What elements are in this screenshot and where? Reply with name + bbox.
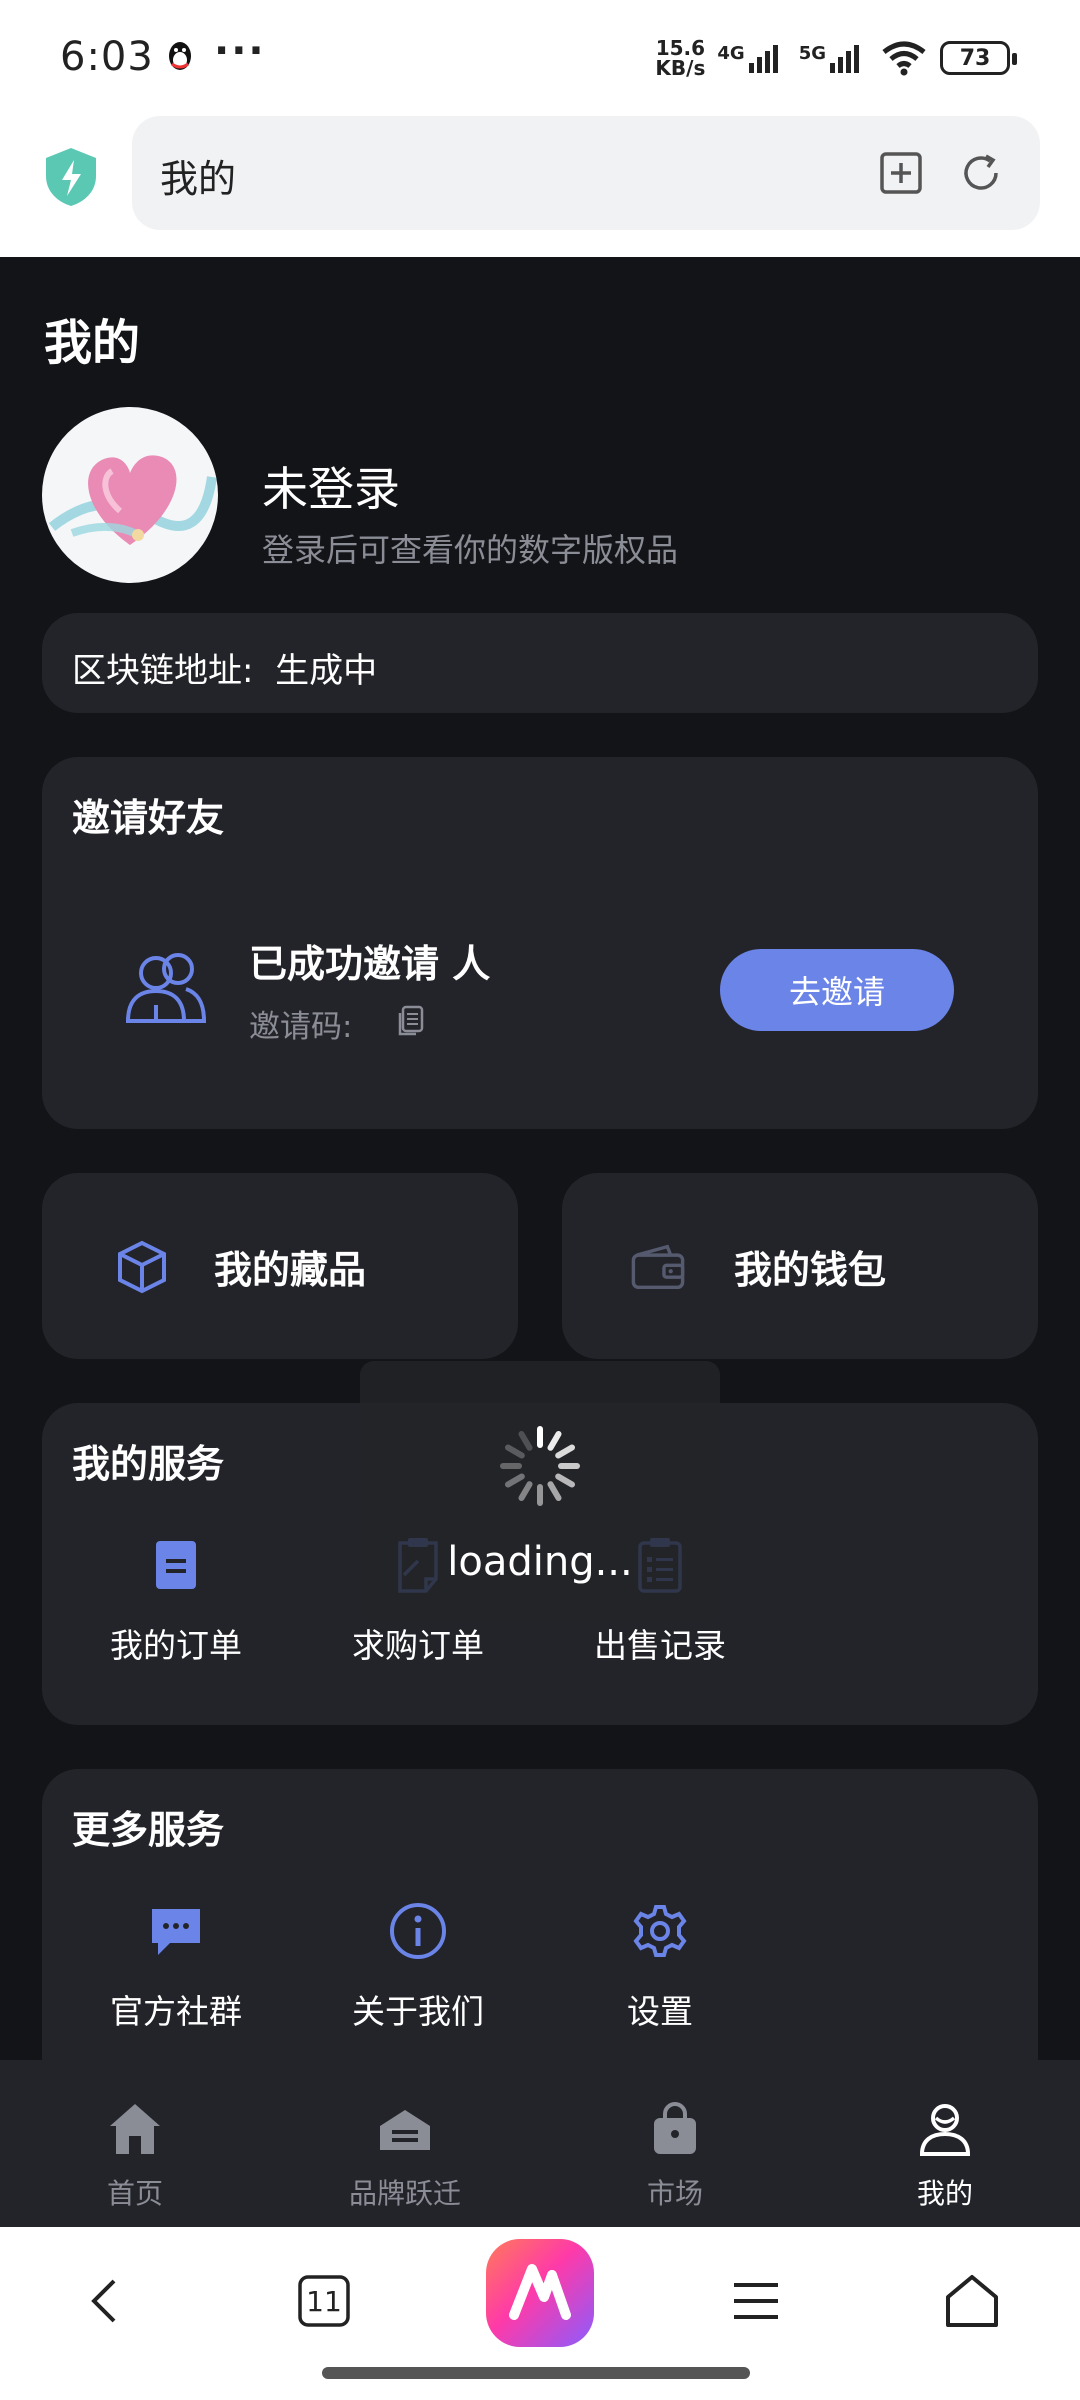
- home-icon: [110, 2104, 160, 2154]
- invite-code-label: 邀请码:: [249, 1009, 353, 1045]
- menu-icon[interactable]: [726, 2271, 786, 2331]
- ai-logo-icon: [509, 2264, 571, 2320]
- tab-market[interactable]: 市场: [540, 2060, 810, 2227]
- tab-home[interactable]: 首页: [0, 2060, 270, 2227]
- tabs-button[interactable]: 11: [294, 2271, 354, 2331]
- app-tab-bar: 首页 品牌跃迁 市场 我的: [0, 2060, 1080, 2227]
- tab-brand[interactable]: 品牌跃迁: [270, 2060, 540, 2227]
- reload-icon[interactable]: [958, 150, 1004, 196]
- add-bookmark-icon[interactable]: [878, 150, 924, 196]
- gear-icon: [633, 1905, 687, 1957]
- loading-text: loading...: [447, 1539, 633, 1585]
- status-time: 6:03: [60, 34, 154, 80]
- tab-profile[interactable]: 我的: [810, 2060, 1080, 2227]
- signal-5g-icon: 5G: [799, 43, 868, 73]
- signal-4g-icon: 4G: [717, 43, 786, 73]
- users-icon: [125, 953, 207, 1023]
- invite-button[interactable]: 去邀请: [720, 949, 954, 1031]
- my-collection-card[interactable]: 我的藏品: [42, 1173, 518, 1359]
- brand-icon: [380, 2110, 430, 2150]
- copy-icon[interactable]: [398, 1005, 424, 1037]
- battery-icon: 73: [940, 41, 1017, 75]
- chain-address-card: 区块链地址: 生成中: [42, 613, 1038, 713]
- profile-icon: [919, 2104, 971, 2156]
- url-text: 我的: [160, 157, 237, 201]
- chat-bubble-icon: [152, 1909, 200, 1955]
- back-icon[interactable]: [76, 2271, 136, 2331]
- ai-assistant-button[interactable]: [486, 2239, 594, 2347]
- chain-address: 区块链地址: 生成中: [72, 651, 378, 691]
- browser-url-bar: 我的: [0, 112, 1080, 257]
- wallet-icon: [631, 1244, 685, 1290]
- home-indicator[interactable]: [322, 2367, 750, 2379]
- my-wallet-label: 我的钱包: [734, 1248, 887, 1292]
- box-icon: [118, 1240, 166, 1294]
- official-community-item[interactable]: 官方社群: [76, 1901, 276, 2033]
- loading-overlay: loading...: [360, 1361, 720, 1621]
- user-name[interactable]: 未登录: [262, 453, 400, 519]
- my-collection-label: 我的藏品: [214, 1248, 367, 1292]
- invite-count: 已成功邀请 人: [249, 942, 491, 986]
- wifi-icon: [882, 41, 926, 76]
- user-subtitle: 登录后可查看你的数字版权品: [262, 531, 679, 569]
- shield-icon[interactable]: [44, 146, 98, 208]
- status-bar: 6:03 ··· 15.6 KB/s 4G 5G 73: [0, 0, 1080, 112]
- more-services-title: 更多服务: [72, 1808, 225, 1852]
- loading-spinner-icon: [500, 1426, 580, 1506]
- url-field[interactable]: 我的: [132, 116, 1040, 230]
- my-wallet-card[interactable]: 我的钱包: [562, 1173, 1038, 1359]
- avatar[interactable]: [42, 407, 218, 583]
- invite-title: 邀请好友: [72, 796, 225, 840]
- about-us-item[interactable]: 关于我们: [318, 1901, 518, 2033]
- settings-item[interactable]: 设置: [560, 1901, 760, 2033]
- invite-card: 邀请好友 已成功邀请 人 邀请码: 去邀请: [42, 757, 1038, 1129]
- order-doc-icon: [156, 1541, 196, 1589]
- tab-count: 11: [306, 2285, 342, 2318]
- my-orders-item[interactable]: 我的订单: [76, 1535, 276, 1667]
- qq-icon: [169, 42, 191, 70]
- info-icon: [390, 1903, 446, 1959]
- status-more-icon: ···: [214, 28, 266, 74]
- network-speed: 15.6 KB/s: [655, 36, 706, 80]
- browser-home-icon[interactable]: [942, 2271, 1002, 2331]
- app-content: 我的 未登录 登录后可查看你的数字版权品 区块链地址: 生成中 邀请好友 已成功…: [0, 257, 1080, 2227]
- page-title: 我的: [44, 315, 141, 371]
- shopping-bag-icon: [654, 2102, 696, 2154]
- browser-bottom-bar: 11: [0, 2227, 1080, 2400]
- my-services-title: 我的服务: [72, 1442, 225, 1486]
